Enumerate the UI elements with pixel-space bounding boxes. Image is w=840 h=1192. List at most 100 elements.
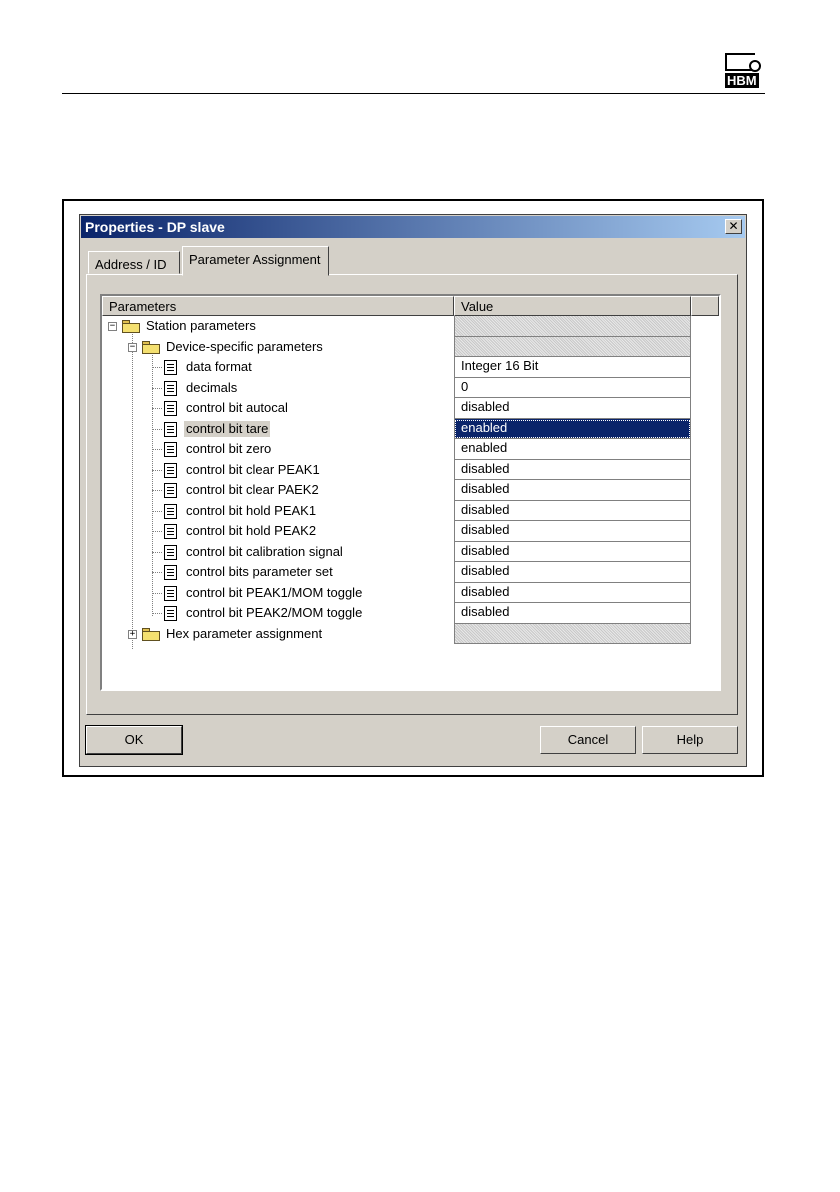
- row-label: Station parameters: [146, 318, 256, 333]
- tree-row-parameter[interactable]: control bit PEAK2/MOM toggle disabled: [102, 603, 691, 624]
- tree-line: [152, 551, 162, 553]
- row-value: [454, 336, 691, 357]
- tree-row-parameter[interactable]: control bit clear PEAK1 disabled: [102, 459, 691, 480]
- tab-address-id[interactable]: Address / ID: [88, 251, 180, 274]
- title-bar[interactable]: Properties - DP slave ✕: [81, 216, 745, 238]
- row-label: Device-specific parameters: [166, 338, 323, 354]
- ok-button[interactable]: OK: [85, 725, 183, 755]
- document-icon: [164, 380, 177, 396]
- row-label: control bit clear PAEK2: [186, 482, 319, 497]
- document-icon: [164, 442, 177, 457]
- dialog-title: Properties - DP slave: [85, 219, 225, 235]
- row-value[interactable]: disabled: [454, 500, 691, 521]
- row-label: control bit zero: [186, 441, 272, 456]
- document-icon: [164, 401, 177, 416]
- row-label: control bits parameter set: [186, 564, 333, 579]
- row-label: control bit hold PEAK1: [186, 502, 317, 518]
- collapse-icon[interactable]: −: [128, 342, 137, 352]
- row-value[interactable]: disabled: [454, 603, 691, 624]
- document-icon: [164, 503, 177, 519]
- document-icon: [164, 585, 177, 601]
- document-icon: [164, 544, 177, 560]
- logo-text: HBM: [725, 73, 759, 88]
- tree-line: [152, 387, 162, 389]
- row-value[interactable]: disabled: [454, 582, 691, 603]
- screenshot-frame: Properties - DP slave ✕ Address / ID Par…: [62, 199, 764, 777]
- tree-row-station-parameters[interactable]: − Station parameters: [102, 316, 691, 337]
- tree-line: [152, 490, 162, 491]
- row-label: control bit PEAK1/MOM toggle: [186, 584, 363, 600]
- header-rule: [62, 93, 765, 94]
- row-value[interactable]: 0: [454, 377, 691, 398]
- tree-row-parameter-selected[interactable]: control bit tare enabled: [102, 418, 691, 439]
- tree-line: [152, 613, 162, 614]
- document-icon: [164, 483, 177, 498]
- tree-row-parameter[interactable]: control bit PEAK1/MOM toggle disabled: [102, 582, 691, 603]
- row-label: control bit hold PEAK2: [186, 523, 317, 538]
- folder-icon: [142, 627, 160, 641]
- document-icon: [164, 565, 177, 580]
- open-folder-icon: [122, 320, 140, 333]
- tree-line: [152, 367, 162, 368]
- tree-row-device-specific[interactable]: − Device-specific parameters: [102, 336, 691, 357]
- row-label: control bit tare: [184, 420, 271, 437]
- tree-row-parameter[interactable]: control bit hold PEAK1 disabled: [102, 500, 691, 521]
- document-icon: [164, 524, 177, 539]
- row-value-selected[interactable]: enabled: [454, 418, 691, 439]
- tree-line: [152, 428, 162, 430]
- tab-parameter-assignment[interactable]: Parameter Assignment: [182, 246, 329, 276]
- tree-row-parameter[interactable]: control bit zero enabled: [102, 439, 691, 460]
- tree-row-hex-parameter-assignment[interactable]: + Hex parameter assignment: [102, 623, 691, 644]
- help-button[interactable]: Help: [642, 726, 738, 754]
- row-value[interactable]: disabled: [454, 562, 691, 583]
- tree-row-parameter[interactable]: control bit hold PEAK2 disabled: [102, 521, 691, 542]
- document-icon: [164, 462, 177, 478]
- row-label: control bit calibration signal: [186, 543, 343, 559]
- tree-line: [152, 531, 162, 532]
- row-label: decimals: [186, 379, 238, 395]
- column-header-value[interactable]: Value: [454, 296, 691, 316]
- document-icon: [164, 606, 177, 621]
- tree-row-parameter[interactable]: control bits parameter set disabled: [102, 562, 691, 583]
- properties-dialog: Properties - DP slave ✕ Address / ID Par…: [79, 214, 747, 767]
- parameter-tree[interactable]: Parameters Value − Station parameters − …: [100, 294, 721, 691]
- document-icon: [164, 360, 177, 375]
- row-value[interactable]: disabled: [454, 398, 691, 419]
- row-label: data format: [186, 359, 252, 374]
- row-value[interactable]: disabled: [454, 480, 691, 501]
- row-value[interactable]: disabled: [454, 521, 691, 542]
- tree-row-parameter[interactable]: control bit autocal disabled: [102, 398, 691, 419]
- tree-line: [152, 572, 162, 573]
- row-label: Hex parameter assignment: [166, 625, 323, 641]
- tree-line: [152, 449, 162, 450]
- row-label: control bit PEAK2/MOM toggle: [186, 605, 363, 620]
- close-button[interactable]: ✕: [725, 219, 742, 234]
- tree-row-parameter[interactable]: data format Integer 16 Bit: [102, 357, 691, 378]
- row-value[interactable]: disabled: [454, 459, 691, 480]
- row-label: control bit clear PEAK1: [186, 461, 320, 477]
- tree-line: [152, 592, 162, 594]
- column-header-spacer: [691, 296, 719, 316]
- tree-row-parameter[interactable]: control bit calibration signal disabled: [102, 541, 691, 562]
- row-value: [454, 623, 691, 644]
- tree-row-parameter[interactable]: decimals 0: [102, 377, 691, 398]
- close-icon: ✕: [728, 219, 739, 233]
- tree-line: [152, 469, 162, 471]
- hbm-logo: HBM: [725, 53, 765, 91]
- tab-parameter-assignment-label: Parameter Assignment: [189, 252, 321, 267]
- row-label: control bit autocal: [186, 400, 288, 415]
- tree-line: [152, 510, 162, 512]
- tree-line: [152, 408, 162, 409]
- collapse-icon[interactable]: −: [108, 322, 117, 331]
- tab-address-id-label: Address / ID: [95, 257, 167, 272]
- tree-row-parameter[interactable]: control bit clear PAEK2 disabled: [102, 480, 691, 501]
- row-value: [454, 316, 691, 337]
- row-value[interactable]: disabled: [454, 541, 691, 562]
- cancel-button[interactable]: Cancel: [540, 726, 636, 754]
- row-value[interactable]: enabled: [454, 439, 691, 460]
- row-value[interactable]: Integer 16 Bit: [454, 357, 691, 378]
- expand-icon[interactable]: +: [128, 629, 137, 639]
- column-header-parameters[interactable]: Parameters: [102, 296, 454, 316]
- document-icon: [164, 421, 177, 437]
- open-folder-icon: [142, 340, 160, 354]
